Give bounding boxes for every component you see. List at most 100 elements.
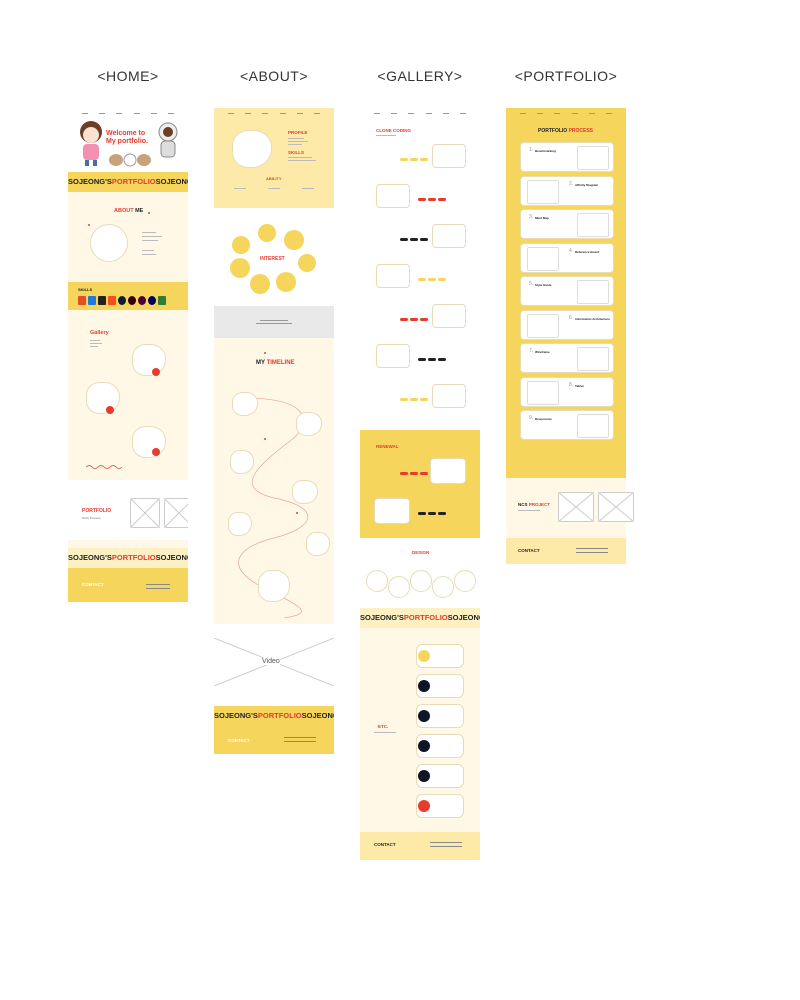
home-gallery-section: Gallery (68, 310, 188, 480)
gallery-design-section: DESIGN (360, 538, 480, 608)
ncs-placeholder-1 (558, 492, 594, 522)
home-nav (68, 108, 188, 118)
gallery-contact-title: CONTACT (374, 842, 396, 847)
process-step-thumbnail (527, 313, 559, 338)
home-skills-section: SKILLS (68, 282, 188, 310)
gallery-badge-1 (152, 368, 160, 376)
process-title-b: PROCESS (568, 128, 594, 134)
process-step-label: Mind Map (535, 216, 549, 220)
css-icon (88, 296, 96, 305)
portfolio-page-mockup: PORTFOLIO PROCESS 1. Benchmarking 2. Affini… (506, 108, 634, 564)
timeline-photo-6 (306, 532, 330, 556)
process-step-card: 7. Wireframe (520, 343, 614, 373)
photoshop-icon (118, 296, 126, 305)
hero-line-2b: portfolio. (117, 138, 148, 145)
process-step-card: 1. Benchmarking (520, 142, 614, 172)
gallery-column-title: <GALLERY> (377, 68, 463, 84)
astronaut-illustration (158, 122, 178, 158)
gallery-badge-3 (152, 448, 160, 456)
about-video-section: Video (214, 638, 334, 686)
process-step-label: Benchmarking (535, 149, 556, 153)
ncs-title-a: NCS (518, 502, 529, 507)
process-step-number: 1. (529, 147, 534, 153)
about-page-mockup: PROFILE SKILLS ABILITY INTEREST MY TIMEL… (214, 108, 334, 754)
hero-line-2a: My (106, 138, 118, 145)
process-step-thumbnail (577, 280, 609, 304)
process-step-number: 7. (529, 348, 534, 354)
extra-skill-icon (158, 296, 166, 305)
timeline-title-b: TIMELINE (266, 360, 295, 366)
process-step-card: 9. Responsive (520, 410, 614, 440)
process-step-card: 5. Style Guide (520, 276, 614, 306)
gallery-contact-section: CONTACT (360, 832, 480, 860)
animals-illustration (109, 153, 151, 167)
process-step-thumbnail (527, 179, 559, 204)
process-step-thumbnail (577, 347, 609, 371)
portfolio-column-title: <PORTFOLIO> (514, 68, 618, 84)
process-step-label: Affinity Diagram (575, 182, 599, 187)
gallery-clone-section: CLONE CODING (360, 108, 480, 430)
process-step-number: 3. (529, 214, 534, 220)
ncs-placeholder-2 (598, 492, 634, 522)
about-contact-section: CONTACT (214, 726, 334, 754)
process-step-number: 8. (569, 381, 574, 388)
home-contact-title: CONTACT (82, 582, 104, 587)
home-page-mockup: Welcome to My portfolio. SOJEONG'SPORTFO… (68, 108, 188, 602)
illustrator-icon (128, 296, 136, 305)
about-marquee: SOJEONG'SPORTFOLIOSOJEONG'SPORTFOLIO (214, 706, 334, 726)
about-photo-placeholder (90, 224, 128, 262)
timeline-title-a: MY (256, 360, 267, 366)
gallery-thumb-1 (132, 344, 166, 376)
process-step-thumbnail (577, 213, 609, 237)
process-step-card: 8. Tablet (520, 376, 614, 407)
home-hero: Welcome to My portfolio. (68, 108, 188, 172)
renewal-title: RENEWAL (376, 444, 399, 449)
about-title-a: ABOUT (114, 208, 134, 214)
about-title-b: ME (133, 208, 144, 214)
process-step-number: 9. (529, 415, 534, 421)
about-timeline-section: MY TIMELINE (214, 338, 334, 624)
home-portfolio-section: PORTFOLIO Work Process (68, 480, 188, 540)
design-title: DESIGN (412, 550, 430, 555)
home-marquee-1: SOJEONG'SPORTFOLIOSOJEONG'SPORTFOLIO (68, 172, 188, 192)
video-label: Video (262, 658, 280, 665)
about-interest-section: INTEREST (214, 208, 334, 306)
gallery-thumb-3 (132, 426, 166, 458)
js-icon (98, 296, 106, 305)
html-icon (78, 296, 86, 305)
portfolio-contact-title: CONTACT (518, 548, 540, 553)
gallery-badge-2 (106, 406, 114, 414)
process-step-thumbnail (577, 414, 609, 438)
home-portfolio-sub: Work Process (82, 516, 101, 520)
character-illustration (80, 121, 102, 166)
portfolio-placeholder-1 (130, 498, 160, 528)
timeline-photo-1 (232, 392, 258, 416)
portfolio-ncs-section: NCS PROJECT (506, 478, 634, 538)
gallery-etc-section: ETC. (360, 628, 480, 832)
portfolio-placeholder-2 (164, 498, 188, 528)
process-step-card: 2. Affinity Diagram (520, 175, 614, 206)
skills-title: SKILLS (78, 287, 93, 292)
about-skills-title: SKILLS (288, 150, 305, 155)
about-grey-band (214, 306, 334, 338)
process-step-number: 2. (569, 180, 574, 187)
premiere-icon (148, 296, 156, 305)
process-step-card: 4. Reference Board (520, 242, 614, 273)
process-step-label: Responsive (535, 417, 552, 421)
timeline-photo-5 (228, 512, 252, 536)
about-column-title: <ABOUT> (239, 68, 309, 84)
process-step-label: Tablet (575, 383, 584, 388)
etc-title: ETC. (378, 724, 389, 729)
process-step-label: Reference Board (575, 249, 600, 254)
timeline-photo-3 (230, 450, 254, 474)
hero-line-1: Welcome to (106, 130, 146, 137)
home-about-section: ABOUT ME (68, 192, 188, 282)
about-contact-title: CONTACT (228, 738, 250, 743)
xd-icon (138, 296, 146, 305)
about-profile-section: PROFILE SKILLS ABILITY (214, 108, 334, 208)
profile-title: PROFILE (288, 130, 308, 135)
portfolio-contact-section: CONTACT (506, 538, 626, 564)
process-step-thumbnail (527, 246, 559, 271)
process-title-a: PORTFOLIO (538, 128, 569, 134)
process-step-label: Wireframe (535, 350, 550, 354)
